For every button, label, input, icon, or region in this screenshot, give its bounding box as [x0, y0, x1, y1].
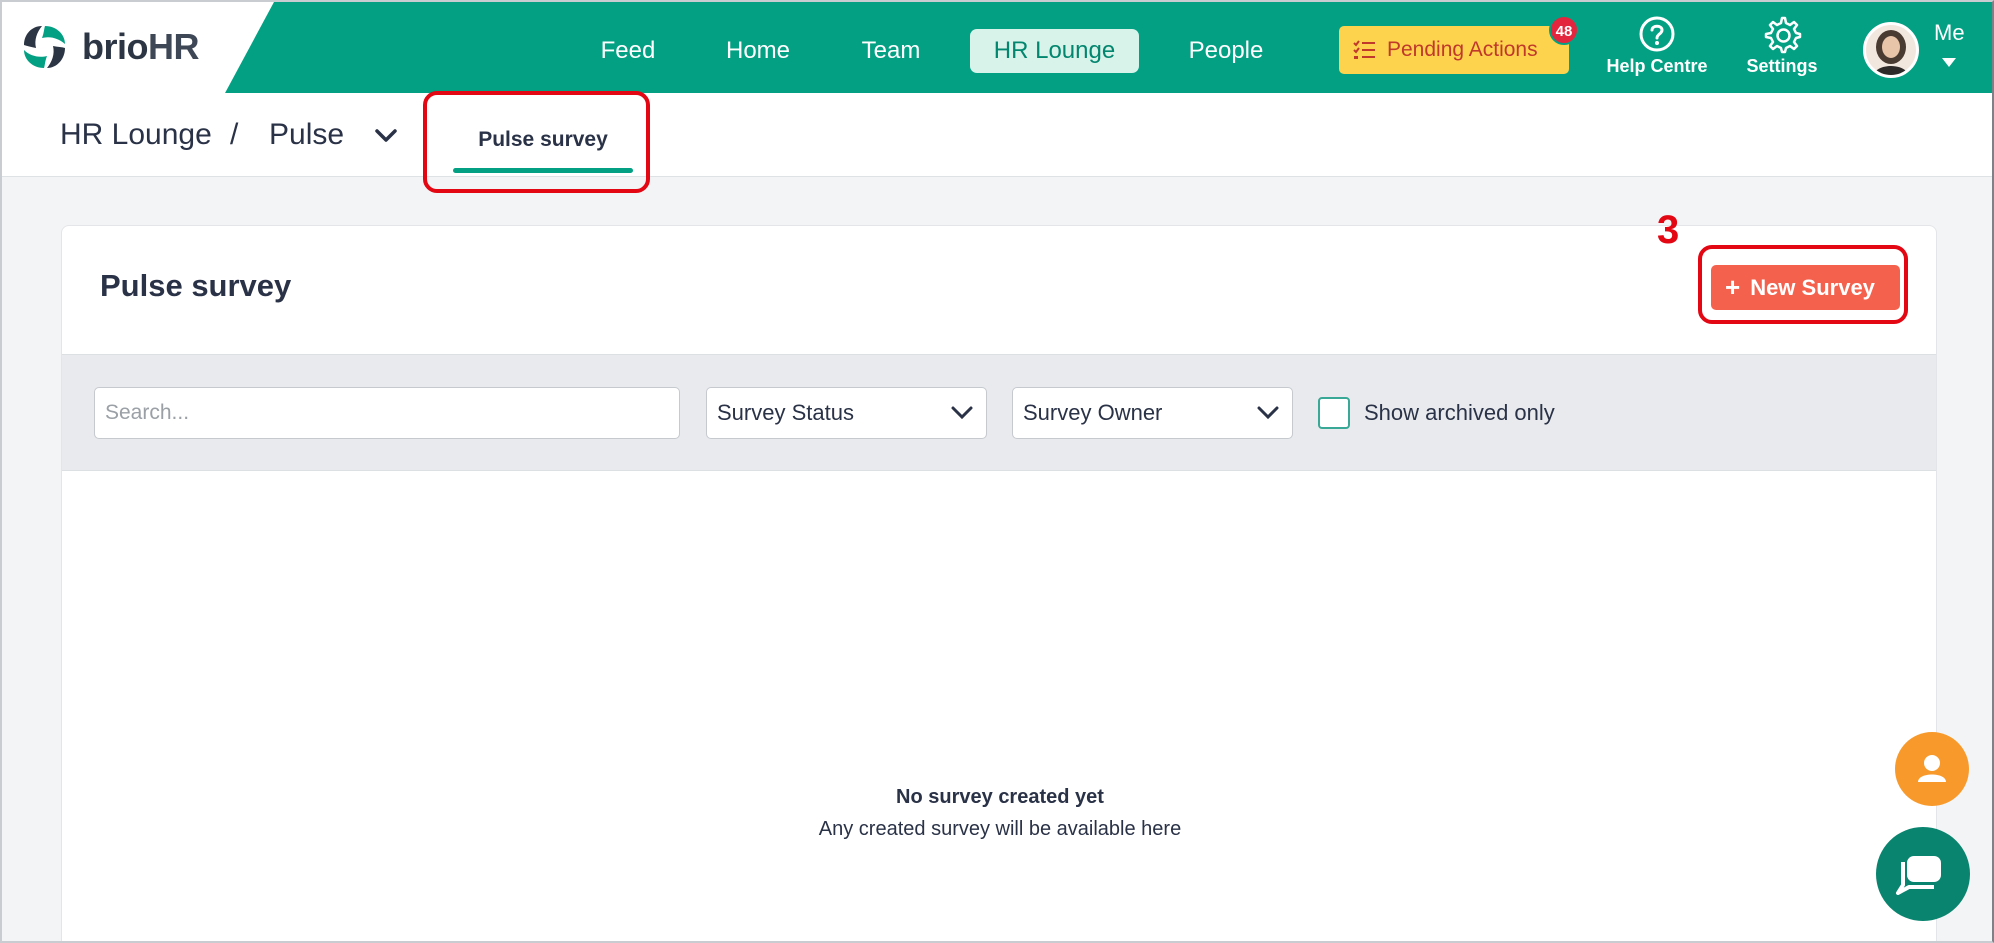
chat-bubble-icon	[1896, 856, 1941, 895]
survey-owner-value: Survey Owner	[1023, 400, 1163, 425]
question-circle-icon	[1639, 16, 1675, 52]
pending-actions-label: Pending Actions	[1387, 38, 1538, 61]
search-input[interactable]	[94, 387, 680, 439]
new-survey-button[interactable]: + New Survey	[1711, 265, 1900, 310]
person-icon	[1918, 755, 1946, 782]
new-survey-label: New Survey	[1750, 275, 1875, 300]
plus-icon: +	[1725, 272, 1741, 302]
survey-status-select[interactable]: Survey Status	[706, 387, 987, 439]
chevron-down-icon[interactable]	[373, 126, 399, 146]
pending-actions-button[interactable]: Pending Actions	[1339, 26, 1569, 74]
filter-bar: Survey Status Survey Owner Show archived…	[62, 354, 1936, 471]
nav-hr-lounge[interactable]: HR Lounge	[970, 29, 1139, 73]
logo-text: brioHR	[82, 26, 200, 68]
chevron-down-icon	[1257, 406, 1279, 420]
nav-feed[interactable]: Feed	[590, 29, 666, 73]
caret-down-icon[interactable]	[1942, 58, 1956, 67]
gear-icon	[1764, 16, 1802, 54]
survey-owner-select[interactable]: Survey Owner	[1012, 387, 1293, 439]
chat-fab-button[interactable]	[1876, 827, 1970, 921]
empty-state-subtitle: Any created survey will be available her…	[818, 818, 1182, 840]
help-centre-label: Help Centre	[1606, 56, 1708, 76]
logo-name-hr: HR	[148, 26, 200, 67]
pending-count-badge: 48	[1549, 15, 1579, 45]
breadcrumb-pulse: Pulse	[269, 118, 345, 151]
breadcrumb-hr-lounge[interactable]: HR Lounge	[60, 118, 212, 152]
logo-name-brio: brio	[82, 26, 149, 67]
empty-state-title: No survey created yet	[896, 786, 1104, 808]
nav-home[interactable]: Home	[719, 29, 797, 73]
settings-label: Settings	[1746, 56, 1818, 76]
nav-people[interactable]: People	[1179, 29, 1273, 73]
logo[interactable]: brioHR	[2, 2, 274, 93]
active-tab-underline	[453, 168, 633, 173]
chevron-down-icon	[951, 406, 973, 420]
page-title: Pulse survey	[100, 268, 292, 303]
user-portrait-icon	[1874, 30, 1908, 75]
avatar[interactable]	[1863, 22, 1919, 78]
top-nav-bar: brioHR Feed Home Team HR Lounge People P…	[2, 2, 1992, 93]
archived-label: Show archived only	[1364, 400, 1555, 425]
annotation-step-number: 3	[1657, 208, 1680, 252]
tab-pulse-survey[interactable]: Pulse survey	[453, 128, 633, 152]
contact-fab-button[interactable]	[1895, 732, 1969, 806]
me-label[interactable]: Me	[1934, 20, 1965, 46]
checklist-icon	[1353, 40, 1375, 59]
help-centre-button[interactable]: Help Centre	[1602, 14, 1712, 77]
nav-team[interactable]: Team	[852, 29, 930, 73]
sub-header: HR Lounge / Pulse Pulse survey	[2, 93, 1992, 177]
breadcrumb-separator: /	[230, 118, 239, 151]
app-frame: brioHR Feed Home Team HR Lounge People P…	[0, 0, 1994, 943]
survey-status-value: Survey Status	[717, 400, 854, 425]
settings-button[interactable]: Settings	[1740, 14, 1824, 77]
pulse-survey-card: Pulse survey + New Survey Survey Status S…	[61, 225, 1937, 941]
archived-checkbox[interactable]	[1318, 397, 1350, 429]
brio-logo-icon	[24, 26, 65, 68]
